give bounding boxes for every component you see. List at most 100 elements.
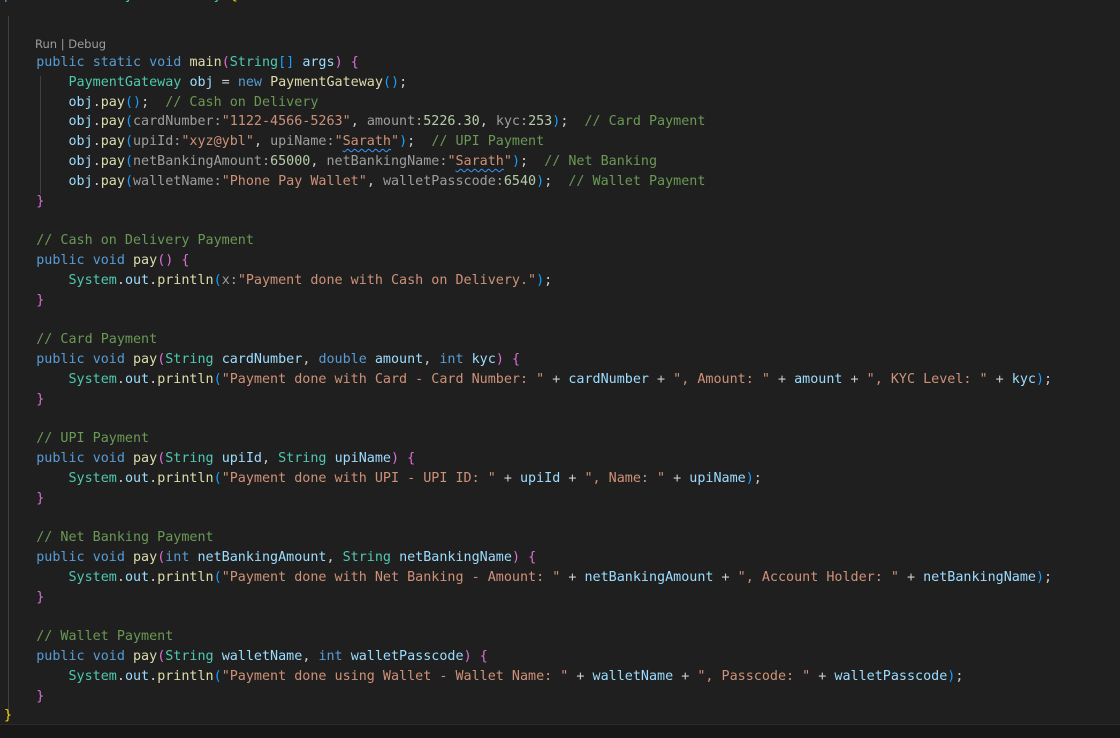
code-line[interactable]: System.out.println("Payment done with Ne… xyxy=(4,568,1053,588)
code-line[interactable]: } xyxy=(4,291,44,311)
code-token: } xyxy=(36,688,45,704)
code-line[interactable]: obj.pay(cardNumber:"1122-4566-5263", amo… xyxy=(4,112,706,132)
code-token: + xyxy=(495,470,520,486)
code-token: { xyxy=(350,55,359,70)
code-token: netBankingName xyxy=(923,569,1036,585)
code-token: "xyz@ybl" xyxy=(181,134,254,150)
code-token: pay xyxy=(133,352,158,367)
code-line[interactable]: } xyxy=(4,192,44,212)
code-token: "Payment done using Wallet - Wallet Name… xyxy=(221,668,569,684)
code-line[interactable]: obj.pay(); // Cash on Delivery xyxy=(4,93,319,113)
code-token: ( xyxy=(213,470,222,486)
code-token: " xyxy=(447,154,456,169)
code-line[interactable]: obj.pay(walletName:"Phone Pay Wallet", w… xyxy=(4,172,706,192)
code-token: // UPI Payment xyxy=(36,431,150,447)
code-token: kyc xyxy=(1011,371,1036,387)
code-line[interactable]: public void pay(String upiId, String upi… xyxy=(4,449,415,469)
code-token: 5226.30 xyxy=(423,114,480,130)
code-line[interactable]: System.out.println("Payment done with Ca… xyxy=(4,370,1053,390)
codelens-debug-link[interactable]: Debug xyxy=(68,37,106,51)
code-token: ; xyxy=(399,74,408,90)
code-token: , xyxy=(479,114,496,130)
code-token: println xyxy=(157,272,214,288)
code-line[interactable]: } xyxy=(4,687,44,707)
code-token: () xyxy=(157,253,174,268)
code-token: void xyxy=(149,55,182,70)
code-token: [] xyxy=(278,55,295,70)
code-line[interactable]: obj.pay(netBankingAmount:65000, netBanki… xyxy=(4,152,658,172)
code-token: ) xyxy=(511,154,520,169)
code-line[interactable]: public void pay(String walletName, int w… xyxy=(4,647,488,667)
code-token: ( xyxy=(213,569,222,585)
code-token: // Cash on Delivery xyxy=(165,94,319,110)
code-line[interactable]: } xyxy=(4,489,44,509)
code-line[interactable]: // Cash on Delivery Payment xyxy=(4,231,254,251)
code-token: } xyxy=(36,193,45,209)
code-token: 6540 xyxy=(503,173,537,189)
code-token: } xyxy=(4,708,13,724)
code-line[interactable]: // Net Banking Payment xyxy=(4,528,214,548)
code-token: netBankingName xyxy=(399,550,512,565)
editor-horizontal-scrollbar[interactable] xyxy=(0,724,1120,738)
code-token: . xyxy=(149,470,158,486)
code-line[interactable]: System.out.println("Payment done with UP… xyxy=(4,469,762,489)
code-token: ", Account Holder: " xyxy=(737,569,899,585)
code-token: + xyxy=(544,371,569,387)
code-token: . xyxy=(92,94,101,110)
code-line[interactable]: } xyxy=(4,588,44,608)
code-token: netBankingAmount xyxy=(197,550,327,565)
code-token: netBankingAmount xyxy=(584,569,714,585)
code-token: // Net Banking xyxy=(544,154,658,169)
code-line[interactable]: // Wallet Payment xyxy=(4,627,173,647)
code-token: () xyxy=(124,94,142,110)
code-line[interactable]: // Card Payment xyxy=(4,330,157,350)
code-line[interactable]: public void pay(int netBankingAmount, St… xyxy=(4,548,536,568)
code-line[interactable]: public void pay(String cardNumber, doubl… xyxy=(4,350,520,370)
code-token: public xyxy=(36,352,85,367)
code-token: ; xyxy=(141,94,166,110)
code-token: ; xyxy=(520,154,545,169)
code-line[interactable]: PaymentGateway obj = new PaymentGateway(… xyxy=(4,73,408,93)
code-line[interactable]: public static void main(String[] args) { xyxy=(4,53,359,73)
code-editor[interactable]: Run | Debug public class PaymentGateway … xyxy=(0,0,1120,738)
code-token: // Cash on Delivery Payment xyxy=(36,233,254,249)
code-token: // Net Banking Payment xyxy=(36,530,214,546)
code-token: "Phone Pay Wallet" xyxy=(221,173,367,189)
code-token: ( xyxy=(124,173,133,189)
code-token: . xyxy=(92,114,101,130)
code-token: , xyxy=(262,451,279,466)
code-token: walletPasscode xyxy=(834,668,948,684)
code-token: netBankingAmount: xyxy=(133,154,271,169)
code-token: , xyxy=(350,114,367,130)
code-token: ( xyxy=(213,272,222,288)
code-token: } xyxy=(36,391,45,407)
code-token: upiId xyxy=(221,451,262,466)
code-token: void xyxy=(92,253,125,268)
code-line[interactable]: obj.pay(upiId:"xyz@ybl", upiName:"Sarath… xyxy=(4,132,545,152)
code-line[interactable]: } xyxy=(4,390,44,410)
code-token: cardNumber xyxy=(221,352,303,367)
codelens-run-link[interactable]: Run xyxy=(35,37,57,51)
code-line[interactable]: System.out.println("Payment done using W… xyxy=(4,667,964,687)
code-line[interactable]: public class PaymentGateway { xyxy=(4,0,238,6)
code-line[interactable]: public void pay() { xyxy=(4,251,189,271)
code-token: int xyxy=(318,649,343,664)
code-line[interactable]: System.out.println(x:"Payment done with … xyxy=(4,271,553,291)
code-token: " xyxy=(334,134,343,150)
code-token: . xyxy=(149,371,158,387)
code-line[interactable]: // UPI Payment xyxy=(4,429,149,449)
code-token: , xyxy=(302,649,319,664)
